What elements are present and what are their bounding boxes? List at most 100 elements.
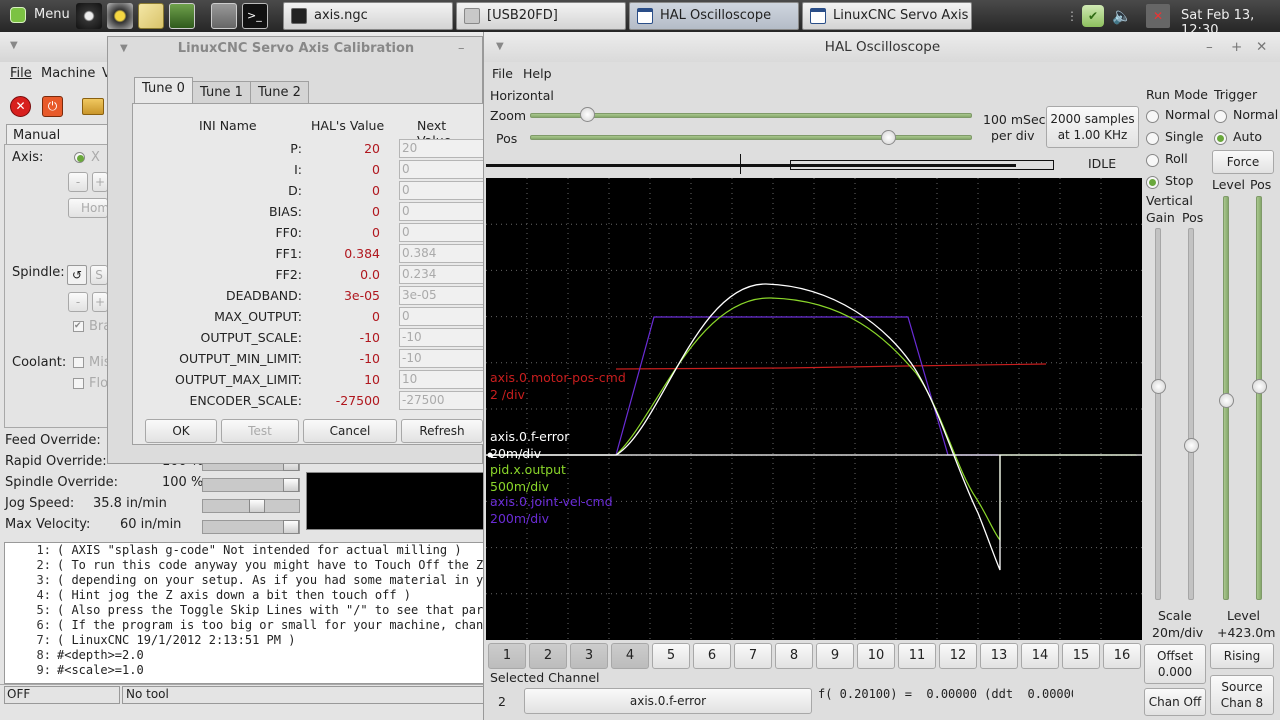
pos-slider-handle[interactable] [881,130,897,145]
vertical-pos-handle[interactable] [1184,438,1199,453]
minimize-icon[interactable]: – [458,37,465,61]
tab-tune-0[interactable]: Tune 0 [134,77,193,104]
manual-control-tab[interactable]: Manual Control [6,124,110,158]
param-next-value-field[interactable]: 0 [399,160,489,179]
gcode-line[interactable]: 2: ( To run this code anyway you might ha… [5,558,483,573]
param-next-value-field[interactable]: 0 [399,223,489,242]
close-icon[interactable]: ✕ [1256,32,1267,62]
jog-speed-handle[interactable] [249,499,265,513]
window-menu-chevron-icon[interactable]: ▼ [10,40,18,51]
jog-minus-button[interactable]: - [68,172,88,192]
max-velocity-slider[interactable] [202,520,300,534]
run-mode-radio-normal[interactable] [1146,110,1159,123]
param-next-value-field[interactable]: -10 [399,328,489,347]
hal-menu-file[interactable]: File [492,66,513,81]
mint-menu-button[interactable]: Menu [4,4,72,28]
refresh-button[interactable]: Refresh [401,419,483,443]
hal-menu-help[interactable]: Help [523,66,552,81]
maximize-icon[interactable]: + [1231,32,1242,62]
trigger-mode-radio-auto[interactable] [1214,132,1227,145]
source-button[interactable]: Source Chan 8 [1210,675,1274,715]
spindle-minus-button[interactable]: - [68,292,88,312]
jog-plus-button[interactable]: + [92,172,108,192]
gcode-line[interactable]: 3: ( depending on your setup. As if you h… [5,573,483,588]
zoom-slider-handle[interactable] [580,107,596,122]
minimize-icon[interactable]: – [1206,32,1213,62]
trace-label-name[interactable]: axis.0.joint-vel-cmd [490,494,613,509]
spindle-override-handle[interactable] [283,478,299,492]
tray-dots-icon[interactable]: ⋮ [1066,9,1078,23]
channel-button-7[interactable]: 7 [734,643,772,669]
param-next-value-field[interactable]: 0 [399,181,489,200]
mist-checkbox[interactable] [73,357,84,368]
max-velocity-handle[interactable] [283,520,299,534]
param-next-value-field[interactable]: -27500 [399,391,489,410]
run-mode-radio-roll[interactable] [1146,154,1159,167]
axis-menu-machine[interactable]: Machine [41,66,95,81]
home-button[interactable]: Hom [68,198,109,218]
force-button[interactable]: Force [1212,150,1274,174]
spindle-stop-button[interactable]: S [90,265,108,285]
param-next-value-field[interactable]: 10 [399,370,489,389]
offset-button[interactable]: Offset 0.000 [1144,644,1206,684]
task-hal-oscilloscope[interactable]: HAL Oscilloscope [629,2,799,30]
gcode-line[interactable]: 4: ( Hint jog the Z axis down a bit then … [5,588,483,603]
channel-button-14[interactable]: 14 [1021,643,1059,669]
axis-menu-file[interactable]: File [10,66,32,81]
channel-button-4[interactable]: 4 [611,643,649,669]
trigger-level-handle[interactable] [1219,393,1234,408]
task-servo-calibration[interactable]: LinuxCNC Servo Axis ... [802,2,972,30]
machine-power-icon[interactable]: ⏻ [42,96,63,117]
chan-off-button[interactable]: Chan Off [1144,688,1206,716]
gcode-line[interactable]: 6: ( If the program is too big or small f… [5,618,483,633]
preview-canvas[interactable] [306,472,484,530]
zoom-slider[interactable] [530,113,972,118]
brake-checkbox[interactable]: ✔ [73,321,84,332]
media-player-launcher-icon[interactable] [76,3,102,29]
channel-button-9[interactable]: 9 [816,643,854,669]
cancel-button[interactable]: Cancel [303,419,397,443]
console-launcher-icon[interactable]: >_ [242,3,268,29]
channel-button-16[interactable]: 16 [1103,643,1141,669]
flood-checkbox[interactable] [73,378,84,389]
terminal-launcher-icon[interactable] [169,3,195,29]
tab-tune-2[interactable]: Tune 2 [250,81,309,103]
spindle-ccw-icon[interactable]: ↺ [67,265,87,285]
show-desktop-icon[interactable] [211,3,237,29]
jog-speed-slider[interactable] [202,499,300,513]
trigger-mode-radio-normal[interactable] [1214,110,1227,123]
pos-slider[interactable] [530,135,972,140]
param-next-value-field[interactable]: 0 [399,307,489,326]
text-editor-launcher-icon[interactable] [138,3,164,29]
test-button[interactable]: Test [221,419,299,443]
gcode-line[interactable]: 9: #<scale>=1.0 [5,663,483,678]
channel-button-2[interactable]: 2 [529,643,567,669]
tab-tune-1[interactable]: Tune 1 [192,81,251,103]
channel-button-5[interactable]: 5 [652,643,690,669]
spindle-override-slider[interactable] [202,478,300,492]
param-next-value-field[interactable]: 0.384 [399,244,489,263]
volume-icon[interactable]: 🔈 [1112,6,1132,25]
rising-button[interactable]: Rising [1210,643,1274,669]
trigger-pos-slider[interactable] [1256,196,1262,600]
linuxcnc-penguin-launcher-icon[interactable] [107,3,133,29]
network-disconnected-icon[interactable]: ✕ [1146,4,1170,28]
gcode-line[interactable]: 1: ( AXIS "splash g-code" Not intended fo… [5,543,483,558]
ok-button[interactable]: OK [145,419,217,443]
spindle-plus-button[interactable]: + [92,292,108,312]
run-mode-radio-single[interactable] [1146,132,1159,145]
channel-button-6[interactable]: 6 [693,643,731,669]
gcode-line[interactable]: 7: ( LinuxCNC 19/1/2012 2:13:51 PM ) [5,633,483,648]
param-next-value-field[interactable]: 20 [399,139,489,158]
trace-label-name[interactable]: pid.x.output [490,462,566,477]
update-shield-check-icon[interactable]: ✔ [1082,5,1104,27]
gcode-line[interactable]: 5: ( Also press the Toggle Skip Lines wit… [5,603,483,618]
channel-button-1[interactable]: 1 [488,643,526,669]
trace-label-name[interactable]: axis.0.f-error [490,429,569,444]
channel-button-11[interactable]: 11 [898,643,936,669]
param-next-value-field[interactable]: 0.234 [399,265,489,284]
channel-button-12[interactable]: 12 [939,643,977,669]
task-axis-ngc[interactable]: axis.ngc [283,2,453,30]
vertical-pos-slider[interactable] [1188,228,1194,600]
open-file-icon[interactable] [82,98,104,115]
